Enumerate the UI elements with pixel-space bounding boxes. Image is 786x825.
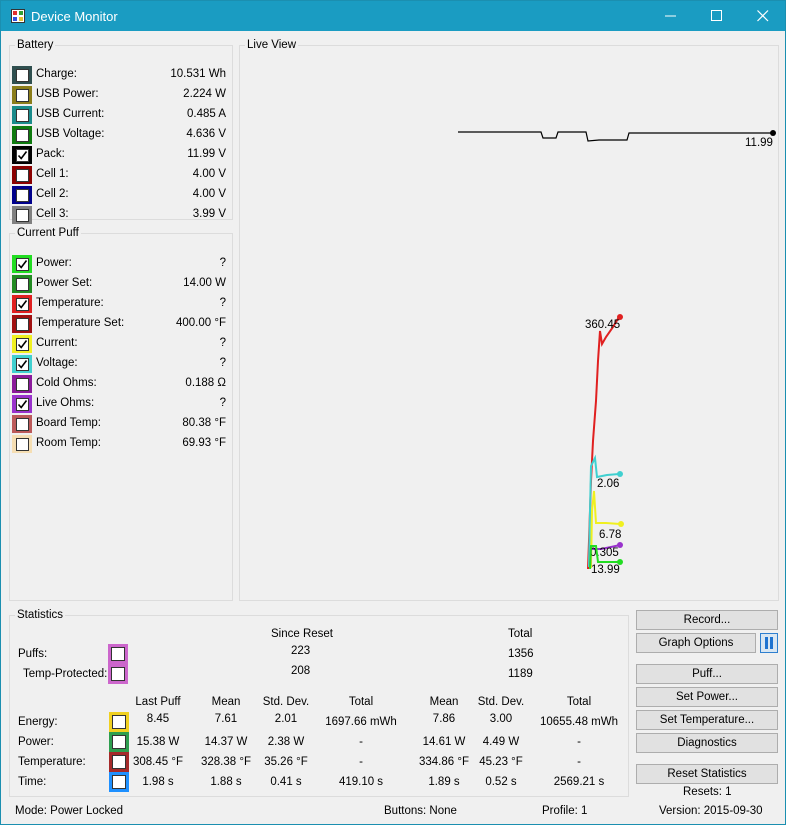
puffs-checkbox[interactable] bbox=[111, 647, 125, 661]
status-mode: Mode: Power Locked bbox=[15, 805, 124, 817]
temp-protected-swatch[interactable] bbox=[108, 664, 128, 684]
status-profile: Profile: 1 bbox=[542, 805, 588, 817]
pause-button[interactable] bbox=[760, 633, 778, 653]
total-header: Total bbox=[508, 628, 533, 640]
temp-protected-total: 1189 bbox=[508, 668, 533, 680]
current-endpoint bbox=[618, 521, 624, 527]
puffs-label: Puffs: bbox=[18, 648, 48, 660]
record-button[interactable]: Record... bbox=[636, 610, 778, 630]
stats-cell: 10655.48 mWh bbox=[540, 716, 618, 728]
stats-row-label: Temperature: bbox=[18, 756, 86, 768]
live-ohms-label: 0.305 bbox=[590, 547, 619, 559]
status-version: Version: 2015-09-30 bbox=[659, 805, 763, 817]
stats-cell: - bbox=[359, 736, 363, 748]
status-buttons: Buttons: None bbox=[384, 805, 457, 817]
temp-protected-checkbox[interactable] bbox=[111, 667, 125, 681]
set-power-button[interactable]: Set Power... bbox=[636, 687, 778, 707]
live-view-graph[interactable]: 11.99 360.45 2.06 6.78 0.305 13.99 bbox=[1, 1, 786, 611]
stats-cell: 1697.66 mWh bbox=[325, 716, 397, 728]
diagnostics-button[interactable]: Diagnostics bbox=[636, 733, 778, 753]
stats-row-label: Energy: bbox=[18, 716, 58, 728]
temperature-label: 360.45 bbox=[585, 319, 620, 331]
puff-button[interactable]: Puff... bbox=[636, 664, 778, 684]
voltage-label: 2.06 bbox=[597, 478, 619, 490]
statistics-legend: Statistics bbox=[17, 609, 64, 621]
stats-column-header: Std. Dev. bbox=[262, 696, 310, 708]
voltage-endpoint bbox=[617, 471, 623, 477]
pack-voltage-label: 11.99 bbox=[745, 137, 773, 149]
stats-column-header: Total bbox=[348, 696, 374, 708]
stats-row-label: Time: bbox=[18, 776, 47, 788]
stats-cell: - bbox=[577, 736, 581, 748]
stats-cell: - bbox=[359, 756, 363, 768]
current-label: 6.78 bbox=[599, 529, 621, 541]
temp-protected-label: Temp-Protected: bbox=[23, 668, 108, 680]
reset-statistics-button[interactable]: Reset Statistics bbox=[636, 764, 778, 784]
stats-column-header: Std. Dev. bbox=[477, 696, 525, 708]
puffs-total: 1356 bbox=[508, 648, 534, 660]
puffs-since-reset: 223 bbox=[291, 645, 311, 657]
pause-icon bbox=[765, 637, 773, 649]
resets-count: Resets: 1 bbox=[683, 786, 732, 798]
stats-row-label: Power: bbox=[18, 736, 54, 748]
graph-options-button[interactable]: Graph Options bbox=[636, 633, 756, 653]
stats-cell: 4.49 W bbox=[482, 736, 520, 748]
device-monitor-window: Device Monitor Battery Charge: 10.531 Wh U… bbox=[0, 0, 786, 825]
stats-cell: 3.00 bbox=[489, 713, 513, 725]
set-temperature-button[interactable]: Set Temperature... bbox=[636, 710, 778, 730]
pack-voltage-endpoint bbox=[770, 130, 776, 136]
pack-voltage-line bbox=[458, 131, 773, 142]
stats-cell: 45.23 °F bbox=[479, 756, 523, 768]
stats-cell: 2569.21 s bbox=[553, 776, 605, 788]
stats-cell: 419.10 s bbox=[338, 776, 384, 788]
temp-protected-since-reset: 208 bbox=[291, 665, 311, 677]
puffs-swatch[interactable] bbox=[108, 644, 128, 664]
power-label: 13.99 bbox=[591, 564, 620, 576]
stats-cell: - bbox=[577, 756, 581, 768]
since-reset-header: Since Reset bbox=[271, 628, 334, 640]
stats-column-header: Total bbox=[566, 696, 592, 708]
stats-cell: 0.52 s bbox=[485, 776, 517, 788]
